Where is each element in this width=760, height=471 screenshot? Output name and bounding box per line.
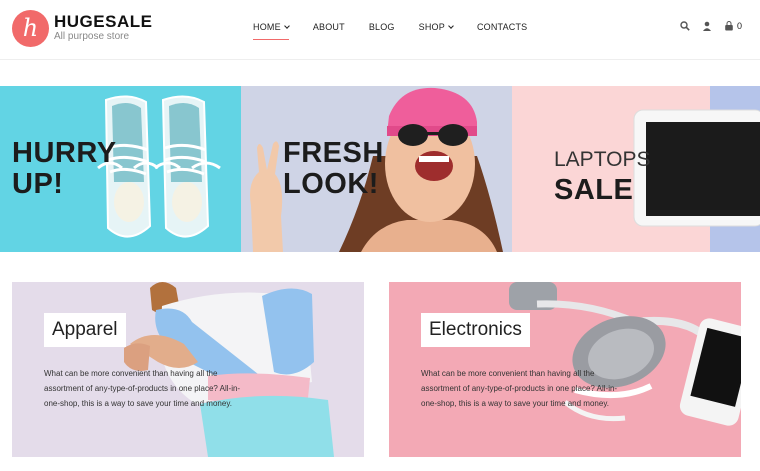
- nav-shop[interactable]: SHOP: [418, 22, 454, 38]
- search-icon[interactable]: [680, 21, 690, 31]
- cart-icon[interactable]: 0: [724, 21, 742, 31]
- nav-about[interactable]: ABOUT: [313, 22, 345, 38]
- banner-line-1: FRESH: [283, 137, 384, 169]
- banner-line-2: UP!: [12, 168, 64, 200]
- nav-home-label: HOME: [253, 22, 281, 32]
- nav-home[interactable]: HOME: [253, 22, 290, 40]
- banner-hurry-up[interactable]: HURRY UP!: [0, 86, 241, 252]
- nav-shop-label: SHOP: [418, 22, 445, 32]
- nav-contacts[interactable]: CONTACTS: [477, 22, 527, 38]
- banner-line-1: HURRY: [12, 137, 117, 169]
- card-description: What can be more convenient than having …: [44, 369, 241, 408]
- banner-line-2: LOOK!: [283, 168, 379, 200]
- nav-blog-label: BLOG: [368, 22, 395, 32]
- banner-laptops-sale[interactable]: LAPTOPS SALE: [512, 86, 760, 252]
- nav-blog[interactable]: BLOG: [369, 22, 395, 38]
- category-card-electronics[interactable]: Electronics What can be more convenient …: [389, 282, 741, 457]
- banner-fresh-look[interactable]: FRESH LOOK!: [241, 86, 512, 252]
- chevron-down-icon: [448, 23, 454, 29]
- site-header: h HUGESALE All purpose store HOME ABOUT …: [0, 0, 760, 60]
- card-title[interactable]: Electronics: [421, 313, 530, 347]
- nav-contacts-label: CONTACTS: [476, 22, 528, 32]
- banner-line-1: LAPTOPS: [554, 148, 651, 171]
- card-description: What can be more convenient than having …: [421, 369, 618, 408]
- banner-headline: FRESH LOOK!: [283, 138, 384, 200]
- chevron-down-icon: [283, 23, 290, 29]
- logo-letter: h: [22, 14, 39, 42]
- banner-headline: HURRY UP!: [12, 138, 117, 200]
- user-icon[interactable]: [702, 21, 712, 31]
- logo-icon[interactable]: h: [12, 10, 49, 47]
- main-nav: HOME ABOUT BLOG SHOP CONTACTS: [253, 22, 551, 40]
- header-tools: 0: [668, 21, 742, 31]
- brand-name[interactable]: HUGESALE: [54, 12, 152, 32]
- nav-about-label: ABOUT: [312, 22, 345, 32]
- card-title[interactable]: Apparel: [44, 313, 126, 347]
- banner-headline: LAPTOPS SALE: [554, 144, 651, 206]
- category-card-apparel[interactable]: Apparel What can be more convenient than…: [12, 282, 364, 457]
- cart-count: 0: [736, 21, 742, 31]
- brand-tagline: All purpose store: [54, 31, 130, 42]
- banner-line-2: SALE: [554, 174, 634, 206]
